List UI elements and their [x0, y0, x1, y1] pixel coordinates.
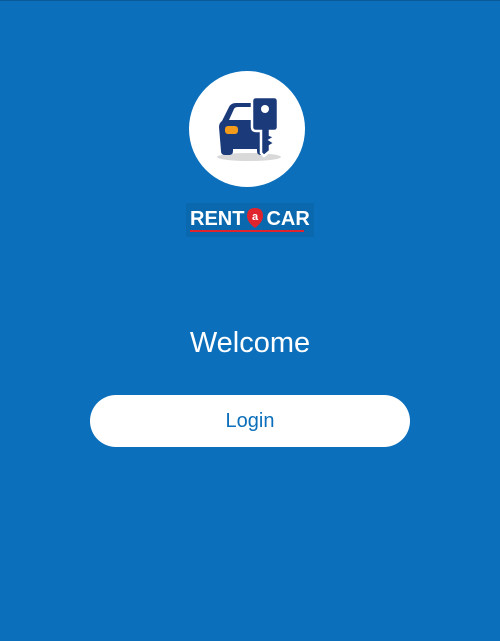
login-button[interactable]: Login — [90, 395, 410, 447]
brand-underline — [190, 230, 304, 232]
brand-text-rent: RENT — [190, 208, 245, 230]
car-with-key-icon — [217, 95, 281, 161]
welcome-screen: RENT a CAR Welcome Login — [0, 0, 500, 641]
location-pin-icon: a — [246, 208, 264, 229]
brand-logo: RENT a CAR — [186, 203, 314, 237]
brand-wordmark: RENT a CAR — [190, 208, 310, 230]
brand-text-car: CAR — [266, 208, 310, 230]
welcome-heading: Welcome — [189, 327, 311, 359]
app-logo — [189, 71, 305, 187]
brand-text-a: a — [252, 211, 259, 223]
